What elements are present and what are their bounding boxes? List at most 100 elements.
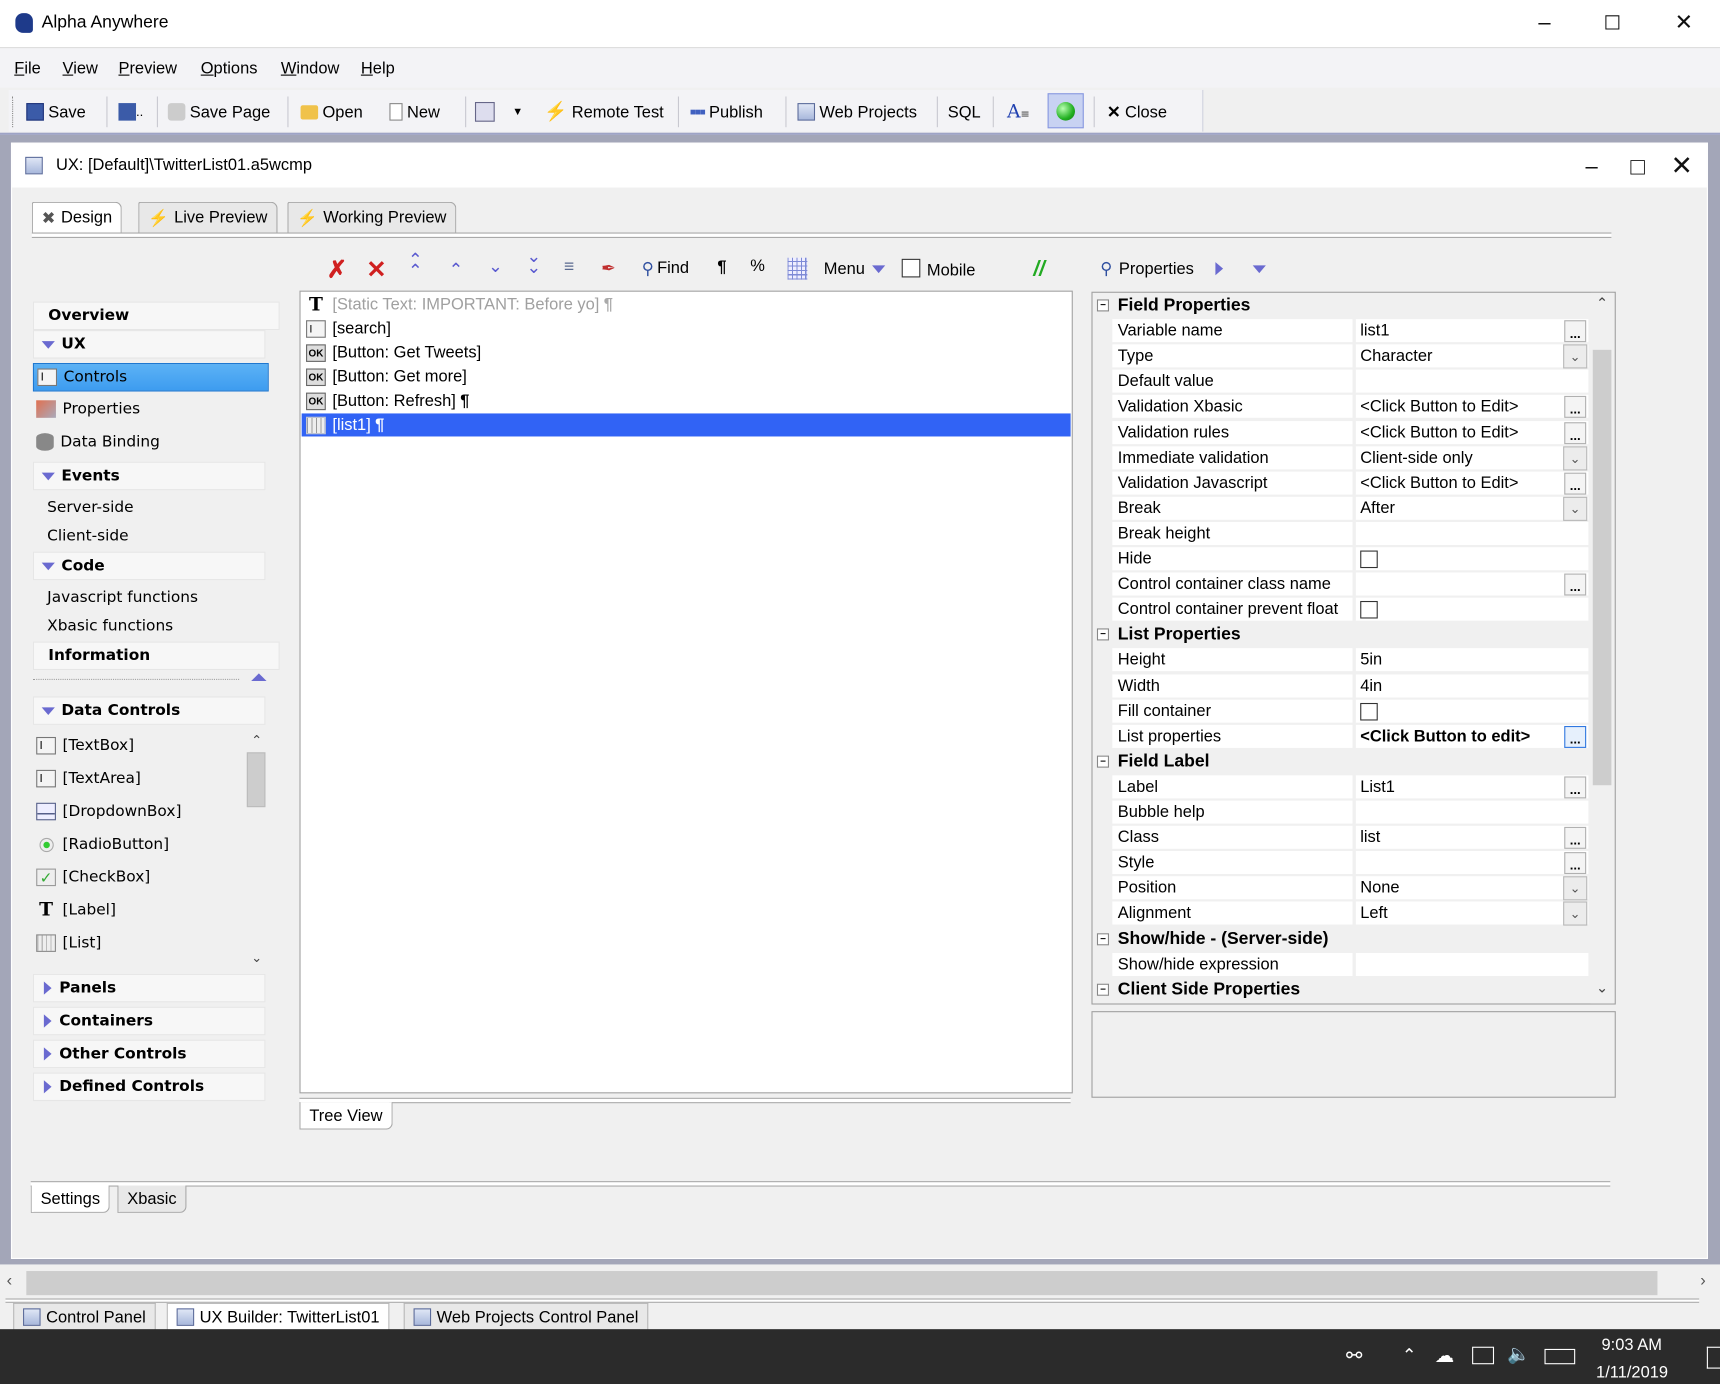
property-value[interactable]: list1... [1355, 319, 1589, 343]
control-item-label[interactable]: T [Label] [33, 897, 245, 923]
menu-view[interactable]: View [63, 59, 98, 78]
menu-preview[interactable]: Preview [118, 59, 177, 78]
property-value[interactable]: List1... [1355, 775, 1589, 799]
nav-item-javascript-functions[interactable]: Javascript functions [33, 585, 278, 611]
menu-file[interactable]: File [14, 59, 41, 78]
collapse-minus-icon[interactable]: − [1096, 628, 1110, 641]
move-down-icon[interactable]: ⌄ [488, 256, 503, 278]
move-up-icon[interactable]: ⌃ [449, 259, 464, 281]
document-minimize-button[interactable]: – [1575, 152, 1608, 181]
web-projects-button[interactable]: Web Projects [797, 100, 917, 124]
show-hidden-icons-icon[interactable]: ⌃ [1402, 1345, 1417, 1367]
picker-icon[interactable]: ✒ [601, 258, 616, 280]
close-window-button[interactable]: ✕ [1667, 9, 1700, 38]
notifications-icon[interactable] [1706, 1346, 1720, 1369]
new-button[interactable]: New [389, 100, 440, 124]
collapse-up-icon[interactable] [251, 673, 267, 682]
property-value[interactable] [1355, 597, 1589, 621]
property-value[interactable]: <Click Button to Edit>... [1355, 420, 1589, 444]
minimize-button[interactable]: – [1528, 9, 1561, 38]
property-section-header[interactable]: − Field Label [1093, 749, 1614, 774]
control-item-list[interactable]: [List] [33, 930, 245, 956]
control-item-textbox[interactable]: I [TextBox] [33, 733, 245, 759]
clock-time[interactable]: 9:03 AM [1602, 1336, 1662, 1355]
group-defined-controls[interactable]: Defined Controls [32, 1072, 266, 1102]
percent-button[interactable]: % [750, 257, 765, 276]
document-close-button[interactable]: ✕ [1665, 152, 1698, 181]
property-value[interactable]: 4in [1355, 673, 1589, 697]
tab-design[interactable]: ✖ Design [31, 201, 123, 233]
group-other-controls[interactable]: Other Controls [32, 1039, 266, 1069]
menu-options[interactable]: Options [201, 59, 258, 78]
delete-all-icon[interactable]: ✗ [327, 256, 347, 285]
grid-icon[interactable] [787, 257, 808, 280]
network-icon[interactable] [1472, 1346, 1495, 1365]
tab-live-preview[interactable]: ⚡ Live Preview [138, 201, 278, 233]
nav-item-data-binding[interactable]: Data Binding [33, 429, 267, 455]
control-tree[interactable]: T [Static Text: IMPORTANT: Before yo] ¶ I [s… [299, 290, 1073, 1094]
move-bottom-icon[interactable]: ⌄ ⌄ [527, 248, 542, 277]
move-top-icon[interactable]: ⌃ ⌃ [408, 252, 423, 281]
property-value[interactable]: None ⌄ [1355, 876, 1589, 901]
collapse-minus-icon[interactable]: − [1096, 755, 1110, 768]
save-button[interactable]: Save [26, 100, 86, 124]
property-value[interactable]: ... [1355, 572, 1589, 596]
property-value[interactable] [1355, 699, 1589, 723]
nav-item-events[interactable]: Events [32, 461, 266, 491]
save-page-button[interactable]: Save Page [167, 100, 270, 124]
property-value[interactable] [1355, 521, 1589, 545]
tab-settings[interactable]: Settings [30, 1185, 110, 1213]
pilcrow-button[interactable]: ¶ [717, 258, 726, 277]
ellipsis-button[interactable]: ... [1564, 396, 1587, 419]
collapse-minus-icon[interactable]: − [1096, 932, 1110, 945]
doc-tab-web-projects[interactable]: Web Projects Control Panel [403, 1302, 649, 1331]
property-scrollbar[interactable]: ⌃ ⌄ [1590, 292, 1614, 1004]
control-item-textarea[interactable]: I [TextArea] [33, 765, 245, 791]
tab-xbasic[interactable]: Xbasic [117, 1185, 187, 1213]
collapse-minus-icon[interactable]: − [1096, 983, 1110, 996]
menu-dropdown[interactable]: Menu [824, 260, 885, 279]
property-checkbox[interactable] [1360, 601, 1378, 619]
tree-item[interactable]: OK [Button: Get Tweets] [302, 341, 1071, 364]
property-value[interactable] [1355, 369, 1589, 393]
dropdown-chevron-icon[interactable]: ⌄ [1563, 496, 1588, 521]
collapse-minus-icon[interactable]: − [1096, 299, 1110, 312]
property-value[interactable] [1355, 800, 1589, 824]
nav-item-information[interactable]: Information [32, 641, 280, 671]
mobile-checkbox[interactable] [901, 258, 921, 278]
save-options-button[interactable]: .. [118, 100, 143, 124]
maximize-button[interactable]: ☐ [1596, 9, 1629, 38]
nav-item-properties[interactable]: Properties [33, 396, 267, 422]
navigator-splitter[interactable] [32, 678, 240, 680]
delete-icon[interactable]: ✕ [366, 256, 386, 285]
property-value[interactable]: 5in [1355, 648, 1589, 672]
ellipsis-button[interactable]: ... [1564, 852, 1587, 875]
group-containers[interactable]: Containers [32, 1006, 266, 1036]
property-value[interactable] [1355, 952, 1589, 976]
remote-test-button[interactable]: ⚡ Remote Test [544, 100, 664, 124]
property-value[interactable]: <Click Button to Edit>... [1355, 395, 1589, 419]
property-section-header[interactable]: − List Properties [1093, 622, 1614, 647]
group-data-controls[interactable]: Data Controls [32, 696, 266, 725]
sql-button[interactable]: SQL [948, 100, 981, 124]
menu-window[interactable]: Window [281, 59, 340, 78]
publish-button[interactable]: ■■■ Publish [690, 100, 763, 124]
doc-tab-ux-builder[interactable]: UX Builder: TwitterList01 [166, 1302, 390, 1331]
font-settings-button[interactable]: A≡ [1007, 100, 1030, 124]
comment-slash-icon[interactable]: // [1033, 258, 1045, 282]
property-checkbox[interactable] [1360, 550, 1378, 569]
property-value[interactable] [1355, 547, 1589, 571]
property-value[interactable]: After ⌄ [1355, 496, 1589, 521]
property-section-header[interactable]: − Show/hide - (Server-side) [1093, 926, 1614, 951]
property-value[interactable]: <Click Button to Edit>... [1355, 471, 1589, 495]
property-value[interactable]: <Click Button to edit>... [1355, 724, 1589, 748]
nav-item-client-side[interactable]: Client-side [33, 523, 278, 549]
tree-item[interactable]: I [search] [302, 317, 1071, 340]
ellipsis-button[interactable]: ... [1564, 826, 1587, 849]
ellipsis-button[interactable]: ... [1564, 421, 1587, 444]
indent-icon[interactable]: ≡ [564, 258, 574, 278]
nav-item-code[interactable]: Code [32, 551, 266, 581]
open-button[interactable]: Open [300, 100, 363, 124]
live-status-toggle[interactable] [1047, 93, 1084, 129]
nav-item-xbasic-functions[interactable]: Xbasic functions [33, 613, 278, 639]
